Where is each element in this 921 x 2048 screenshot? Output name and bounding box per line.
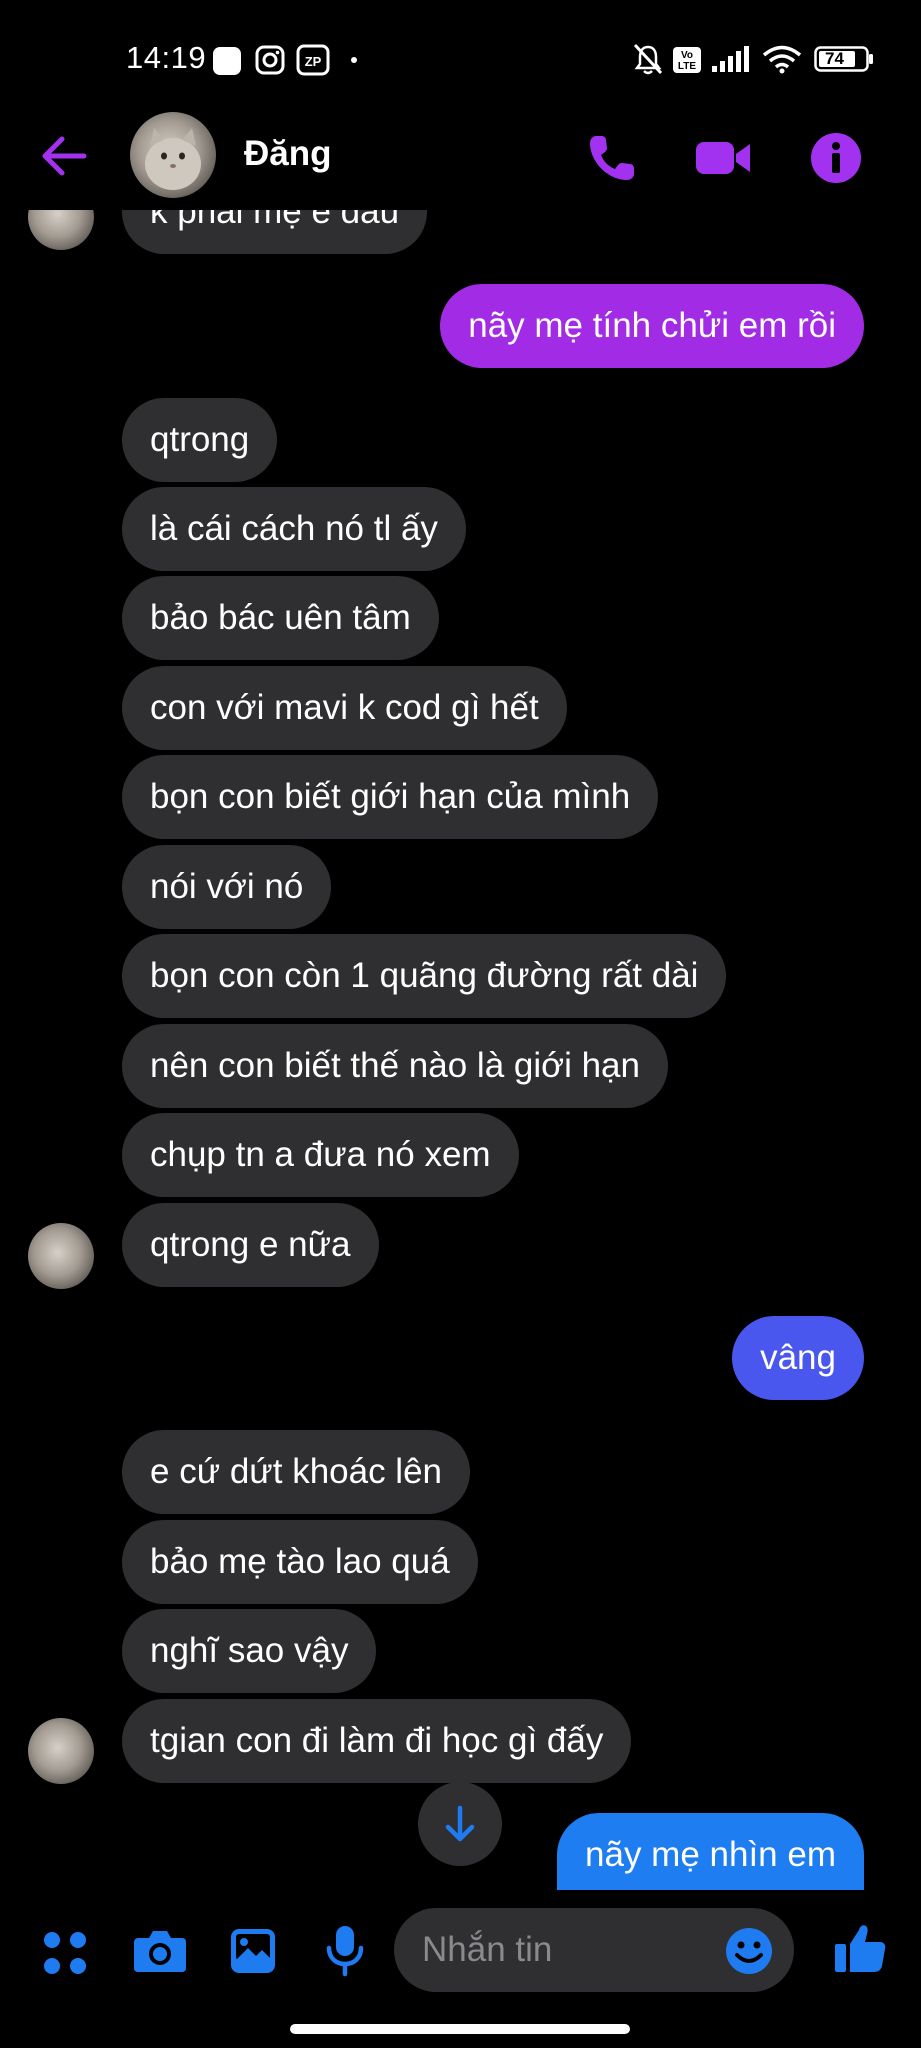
like-thumbs-up-icon[interactable]	[832, 1920, 888, 1976]
message-bubble-outgoing[interactable]: vâng	[732, 1316, 864, 1400]
battery-level: 74	[825, 49, 844, 68]
message-bubble-incoming[interactable]: bọn con còn 1 quãng đường rất dài	[122, 934, 727, 1018]
message-bubble-incoming[interactable]: bọn con biết giới hạn của mình	[122, 755, 659, 839]
message-list[interactable]: k phải mẹ e đâu nãy mẹ tính chửi em rồi …	[0, 210, 921, 1890]
message-bubble-incoming[interactable]: bảo bác uên tâm	[122, 576, 439, 660]
volte-icon: Vo LTE	[673, 47, 701, 73]
message-input-placeholder: Nhắn tin	[422, 1930, 553, 1969]
svg-text:Vo: Vo	[681, 50, 693, 61]
message-bubble-outgoing[interactable]: nãy mẹ tính chửi em rồi	[440, 284, 864, 368]
sender-avatar[interactable]	[28, 1718, 94, 1784]
microphone-icon[interactable]	[324, 1922, 366, 1978]
apps-grid-icon[interactable]	[40, 1928, 90, 1978]
video-call-icon[interactable]	[694, 130, 754, 186]
info-icon[interactable]	[808, 130, 864, 186]
message-bubble-incoming[interactable]: nên con biết thế nào là giới hạn	[122, 1024, 668, 1108]
message-bubble-outgoing[interactable]: nãy mẹ nhìn em	[557, 1813, 864, 1890]
signal-icon	[712, 46, 749, 72]
instagram-icon	[255, 45, 285, 75]
contact-name[interactable]: Đăng	[244, 134, 332, 174]
message-bubble-incoming[interactable]: bảo mẹ tào lao quá	[122, 1520, 478, 1604]
camera-icon[interactable]	[132, 1926, 188, 1976]
message-bubble-incoming[interactable]: con với mavi k cod gì hết	[122, 666, 567, 750]
notification-app-icon	[213, 47, 241, 75]
message-bubble-incoming[interactable]: k phải mẹ e đâu	[122, 210, 428, 254]
message-input[interactable]: Nhắn tin	[394, 1908, 794, 1992]
message-bubble-incoming[interactable]: e cứ dứt khoác lên	[122, 1430, 471, 1514]
conversation-header: Đăng	[0, 110, 921, 210]
message-bubble-incoming[interactable]: qtrong	[122, 398, 278, 482]
message-bubble-incoming[interactable]: qtrong e nữa	[122, 1203, 379, 1287]
contact-avatar[interactable]	[130, 112, 216, 198]
svg-text:ZP: ZP	[305, 54, 322, 69]
arrow-down-icon	[445, 1805, 475, 1842]
status-time: 14:19	[126, 40, 207, 75]
emoji-icon[interactable]	[724, 1926, 774, 1976]
composer-bar: Nhắn tin	[0, 1900, 921, 2010]
battery-icon: 74	[814, 46, 873, 72]
sender-avatar[interactable]	[28, 1223, 94, 1289]
home-indicator[interactable]	[290, 2024, 630, 2034]
message-bubble-incoming[interactable]: tgian con đi làm đi học gì đấy	[122, 1699, 632, 1783]
svg-text:LTE: LTE	[678, 61, 696, 72]
bell-muted-icon	[633, 43, 663, 75]
sender-avatar[interactable]	[28, 210, 94, 250]
status-bar: 14:19 ZP Vo LTE 74	[0, 0, 921, 110]
wifi-icon	[762, 45, 802, 74]
message-bubble-incoming[interactable]: nghĩ sao vậy	[122, 1609, 377, 1693]
voice-call-icon[interactable]	[584, 130, 640, 186]
zalo-pay-icon: ZP	[296, 44, 330, 76]
message-bubble-incoming[interactable]: là cái cách nó tl ấy	[122, 487, 466, 571]
message-bubble-incoming[interactable]: nói với nó	[122, 845, 332, 929]
scroll-to-bottom-button[interactable]	[418, 1782, 502, 1866]
back-arrow-icon[interactable]	[38, 130, 90, 182]
gallery-image-icon[interactable]	[228, 1926, 278, 1976]
more-notifications-dot	[351, 57, 357, 63]
message-bubble-incoming[interactable]: chụp tn a đưa nó xem	[122, 1113, 519, 1197]
